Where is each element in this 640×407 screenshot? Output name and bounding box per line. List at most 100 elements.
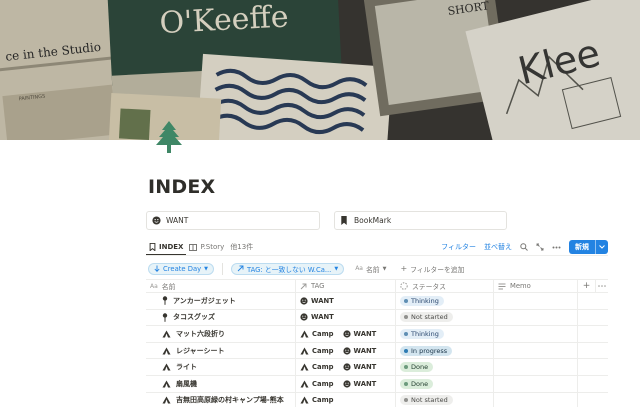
table-row[interactable]: 扇風機 Camp WANT Done <box>146 375 608 393</box>
tag-label: Camp <box>312 379 334 388</box>
column-more-button[interactable] <box>596 279 608 293</box>
column-header-name[interactable]: Aa 名前 <box>146 279 296 293</box>
smiley-icon <box>151 216 161 226</box>
expand-icon[interactable] <box>536 243 544 251</box>
sort-chip[interactable]: Create Day ▼ <box>148 262 215 275</box>
table-row[interactable]: タコスグッズ WANT Not started <box>146 309 608 327</box>
cell-tag[interactable]: WANT <box>296 292 396 310</box>
name-filter-chip[interactable]: Aa 名前 ▼ <box>352 263 389 275</box>
cell-name[interactable]: アンカーガジェット <box>146 292 296 310</box>
tag-want[interactable]: WANT <box>300 313 334 321</box>
tag-want[interactable]: WANT <box>300 297 334 305</box>
cell-status[interactable]: Done <box>396 375 494 393</box>
tab-p-story[interactable]: P.Story <box>186 239 227 255</box>
chevron-down-icon: ▼ <box>334 265 339 272</box>
status-badge: Not started <box>400 312 453 323</box>
text-property-icon: Aa <box>150 282 158 290</box>
table-body: アンカーガジェット WANT Thinking タコスグッズ WANT Not start… <box>146 292 608 407</box>
page-title[interactable]: INDEX <box>148 176 215 198</box>
tag-want[interactable]: WANT <box>342 379 377 388</box>
cell-tag[interactable]: Camp WANT <box>296 375 396 393</box>
tag-camp[interactable]: Camp <box>300 396 334 404</box>
row-name: ライト <box>176 363 197 372</box>
pine-tree-icon[interactable] <box>152 120 186 156</box>
table-row[interactable]: マット六段折り Camp WANT Thinking <box>146 325 608 343</box>
cell-status[interactable]: Thinking <box>396 292 494 310</box>
cell-tag[interactable]: WANT <box>296 309 396 326</box>
more-views-button[interactable]: 他13件 <box>227 239 256 255</box>
smiley-icon <box>342 346 351 355</box>
cell-memo[interactable] <box>494 375 578 393</box>
status-dot <box>404 381 408 386</box>
new-button[interactable]: 新規 <box>569 240 608 254</box>
link-card-label: BookMark <box>354 216 392 225</box>
pin-icon <box>162 296 168 306</box>
cell-memo[interactable] <box>494 342 578 359</box>
tab-index[interactable]: INDEX <box>146 239 187 255</box>
tag-want[interactable]: WANT <box>342 330 376 338</box>
row-name: レジャーシート <box>176 346 225 355</box>
cell-name[interactable]: 吉無田高原緑の村キャンプ場-熊本 <box>146 392 296 407</box>
tag-camp[interactable]: Camp <box>300 363 334 371</box>
cell-tag[interactable]: Camp WANT <box>296 342 396 359</box>
row-name: 吉無田高原緑の村キャンプ場-熊本 <box>176 396 284 405</box>
table-row[interactable]: ライト Camp WANT Done <box>146 358 608 376</box>
more-options-icon[interactable] <box>552 246 561 249</box>
column-header-status[interactable]: ステータス <box>396 279 494 293</box>
tag-label: WANT <box>353 379 377 388</box>
cell-memo[interactable] <box>494 292 578 310</box>
column-header-tag[interactable]: TAG <box>296 279 396 293</box>
cell-memo[interactable] <box>494 309 578 326</box>
cell-filler <box>578 326 608 343</box>
cell-name[interactable]: ライト <box>146 358 296 376</box>
smiley-icon <box>300 297 308 305</box>
tag-camp[interactable]: Camp <box>300 380 334 388</box>
column-label: TAG <box>311 282 325 290</box>
link-card-want[interactable]: WANT <box>146 211 320 230</box>
tag-filter-label: TAG: と一致しない W.Ca... <box>247 265 332 274</box>
cell-memo[interactable] <box>494 325 578 343</box>
sort-button[interactable]: 並べ替え <box>484 242 512 252</box>
tag-label: WANT <box>311 296 334 305</box>
cell-name[interactable]: レジャーシート <box>146 342 296 359</box>
more-options-icon <box>598 285 606 287</box>
tag-filter-chip[interactable]: TAG: と一致しない W.Ca... ▼ <box>231 262 345 275</box>
cell-tag[interactable]: Camp WANT <box>296 358 396 376</box>
status-label: Done <box>411 379 429 388</box>
status-icon <box>400 282 408 290</box>
smiley-icon <box>342 330 351 338</box>
table-row[interactable]: アンカーガジェット WANT Thinking <box>146 292 608 310</box>
table-row[interactable]: レジャーシート Camp WANT In progress <box>146 342 608 360</box>
cell-name[interactable]: 扇風機 <box>146 375 296 393</box>
cell-name[interactable]: タコスグッズ <box>146 309 296 326</box>
tab-label: P.Story <box>200 243 225 251</box>
status-badge: Done <box>400 362 434 373</box>
tag-want[interactable]: WANT <box>342 363 376 371</box>
cell-status[interactable]: Thinking <box>396 325 494 343</box>
tag-want[interactable]: WANT <box>342 346 376 355</box>
search-icon[interactable] <box>520 243 528 251</box>
cell-status[interactable]: Done <box>396 358 494 376</box>
cell-status[interactable]: In progress <box>396 342 494 359</box>
status-badge: Not started <box>400 395 453 406</box>
add-column-button[interactable]: + <box>578 279 596 293</box>
cell-tag[interactable]: Camp <box>296 392 396 407</box>
cell-memo[interactable] <box>494 392 578 407</box>
tag-camp[interactable]: Camp <box>300 330 334 338</box>
gallery-icon <box>189 243 198 251</box>
link-card-bookmark[interactable]: BookMark <box>334 211 507 230</box>
column-header-memo[interactable]: Memo <box>494 279 578 293</box>
smiley-icon <box>342 363 351 371</box>
cell-status[interactable]: Not started <box>396 309 494 326</box>
filter-button[interactable]: フィルター <box>441 242 476 252</box>
cell-memo[interactable] <box>494 358 578 376</box>
tag-camp[interactable]: Camp <box>300 347 334 355</box>
chevron-down-icon[interactable] <box>595 240 608 254</box>
cell-name[interactable]: マット六段折り <box>146 325 296 343</box>
table-row[interactable]: 吉無田高原緑の村キャンプ場-熊本 Camp Not started <box>146 392 608 407</box>
add-filter-button[interactable]: + フィルターを追加 <box>397 263 467 275</box>
cell-status[interactable]: Not started <box>396 392 494 407</box>
tent-icon <box>162 347 171 355</box>
name-filter-label: 名前 <box>365 265 380 274</box>
cell-tag[interactable]: Camp WANT <box>296 325 396 343</box>
